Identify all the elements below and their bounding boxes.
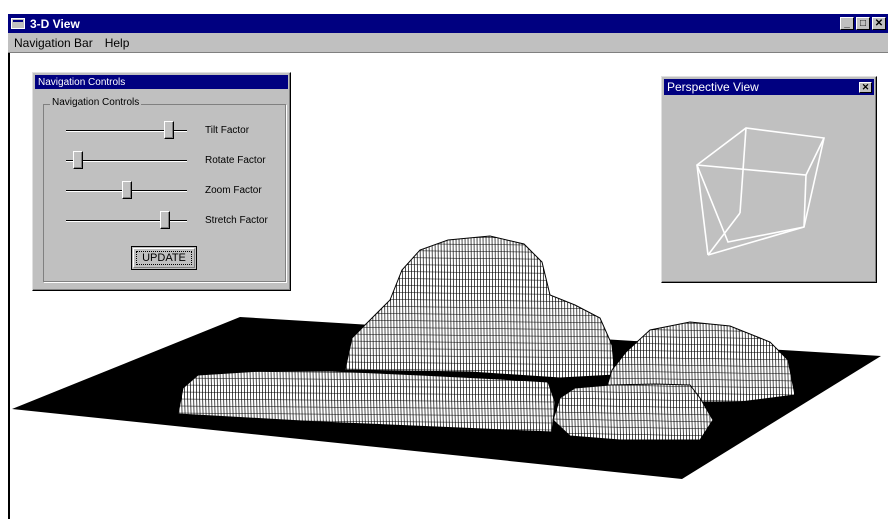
- group-label: Navigation Controls: [50, 97, 142, 108]
- menu-bar: Navigation Bar Help: [8, 33, 888, 53]
- menu-navigation-bar[interactable]: Navigation Bar: [8, 36, 99, 50]
- maximize-icon[interactable]: □: [856, 17, 870, 30]
- window-title: 3-D View: [30, 16, 80, 31]
- stretch-slider-thumb[interactable]: [160, 211, 171, 229]
- navigation-controls-titlebar[interactable]: Navigation Controls: [35, 75, 288, 89]
- perspective-view-titlebar[interactable]: Perspective View ✕: [664, 79, 874, 95]
- close-icon[interactable]: ✕: [872, 17, 886, 30]
- navigation-controls-title: Navigation Controls: [38, 76, 126, 88]
- cube-wireframe-icon[interactable]: [662, 95, 876, 281]
- tilt-slider-row: Tilt Factor: [44, 121, 287, 141]
- title-bar: 3-D View _ □ ✕: [8, 14, 888, 33]
- minimize-icon[interactable]: _: [840, 17, 854, 30]
- menu-help[interactable]: Help: [99, 36, 136, 50]
- app-window: 3-D View _ □ ✕ Navigation Bar Help Navig…: [0, 0, 888, 519]
- window-icon: [11, 18, 25, 29]
- rotate-slider-row: Rotate Factor: [44, 151, 287, 171]
- tilt-factor-label: Tilt Factor: [205, 125, 250, 136]
- perspective-view-title: Perspective View: [667, 80, 759, 94]
- update-button-label: UPDATE: [133, 248, 195, 268]
- navigation-controls-panel: Navigation Controls Navigation Controls …: [32, 72, 291, 291]
- update-button[interactable]: UPDATE: [131, 246, 197, 270]
- stretch-factor-label: Stretch Factor: [205, 215, 268, 226]
- rotate-slider-track[interactable]: [66, 160, 187, 162]
- zoom-slider-thumb[interactable]: [121, 181, 132, 199]
- perspective-view-panel: Perspective View ✕: [661, 76, 877, 283]
- rotate-slider-thumb[interactable]: [73, 151, 84, 169]
- close-icon[interactable]: ✕: [859, 81, 872, 93]
- rotate-factor-label: Rotate Factor: [205, 155, 266, 166]
- zoom-slider-row: Zoom Factor: [44, 181, 287, 201]
- client-border: [8, 53, 10, 519]
- tilt-slider-thumb[interactable]: [163, 121, 174, 139]
- stretch-slider-row: Stretch Factor: [44, 211, 287, 231]
- zoom-factor-label: Zoom Factor: [205, 185, 262, 196]
